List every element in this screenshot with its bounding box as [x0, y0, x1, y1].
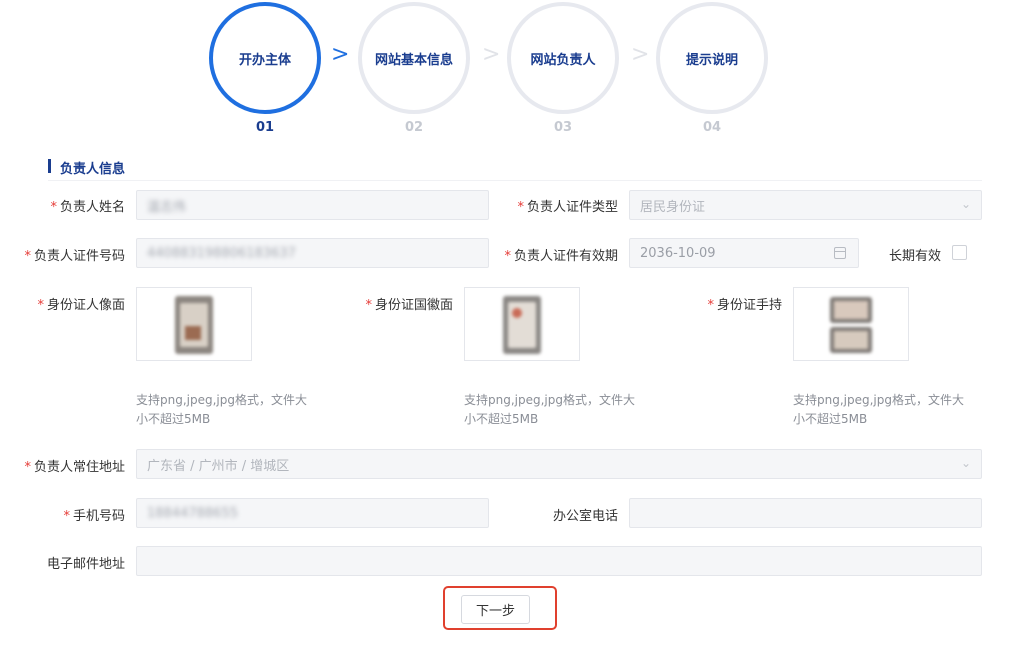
step-3-label: 网站负责人: [530, 52, 596, 68]
id-type-value: 居民身份证: [640, 199, 706, 215]
id-front-upload[interactable]: [136, 287, 252, 361]
step-4-number: 04: [702, 120, 722, 135]
id-front-hint: 支持png,jpeg,jpg格式，文件大 小不超过5MB: [136, 393, 307, 426]
id-expiry-value: 2036-10-09: [640, 245, 716, 261]
step-3-number: 03: [553, 120, 573, 135]
id-back-thumbnail: [503, 296, 541, 354]
mobile-value: 18844788655: [147, 505, 238, 521]
section-accent-bar: [48, 159, 51, 173]
next-button[interactable]: 下一步: [461, 595, 530, 624]
long-term-label: 长期有效: [888, 249, 941, 264]
id-back-hint: 支持png,jpeg,jpg格式，文件大 小不超过5MB: [464, 393, 635, 426]
id-back-upload[interactable]: [464, 287, 580, 361]
name-input[interactable]: 温志伟: [136, 190, 489, 220]
step-2-number: 02: [404, 120, 424, 135]
step-1-circle[interactable]: 开办主体: [209, 2, 321, 114]
required-mark: *: [24, 460, 31, 475]
id-expiry-label: * 负责人证件有效期: [504, 249, 618, 264]
email-label: 电子邮件地址: [46, 557, 125, 572]
step-2-circle[interactable]: 网站基本信息: [358, 2, 470, 114]
id-hold-hint: 支持png,jpeg,jpg格式，文件大 小不超过5MB: [793, 393, 964, 426]
address-value: 广东省 / 广州市 / 增城区: [147, 458, 290, 474]
chevron-down-icon: ⌄: [960, 197, 971, 211]
step-3-circle[interactable]: 网站负责人: [507, 2, 619, 114]
required-mark: *: [517, 200, 524, 215]
office-phone-input[interactable]: [629, 498, 982, 528]
name-value: 温志伟: [147, 199, 187, 215]
step-4-label: 提示说明: [685, 52, 738, 68]
address-label: * 负责人常住地址: [24, 460, 125, 475]
id-hold-upload[interactable]: [793, 287, 909, 361]
id-number-label: * 负责人证件号码: [24, 249, 125, 264]
id-number-value: 440883198806183637: [147, 245, 296, 261]
name-label: * 负责人姓名: [50, 200, 125, 215]
mobile-input[interactable]: 18844788655: [136, 498, 489, 528]
required-mark: *: [24, 249, 31, 264]
mobile-label: * 手机号码: [63, 509, 125, 524]
required-mark: *: [63, 509, 70, 524]
chevron-down-icon: ⌄: [960, 456, 971, 470]
required-mark: *: [365, 298, 372, 313]
id-front-label: * 身份证人像面: [37, 298, 125, 313]
id-hold-label: * 身份证手持: [707, 298, 782, 313]
calendar-icon: [834, 247, 846, 259]
step-4-circle[interactable]: 提示说明: [656, 2, 768, 114]
office-phone-label: 办公室电话: [552, 509, 618, 524]
id-type-label: * 负责人证件类型: [517, 200, 618, 215]
step-1-label: 开办主体: [238, 52, 291, 68]
id-number-input[interactable]: 440883198806183637: [136, 238, 489, 268]
id-type-select[interactable]: 居民身份证 ⌄: [629, 190, 982, 220]
step-separator-2-icon: >: [482, 42, 501, 67]
required-mark: *: [50, 200, 57, 215]
email-input[interactable]: [136, 546, 982, 576]
step-separator-3-icon: >: [631, 42, 650, 67]
section-title: 负责人信息: [60, 162, 126, 177]
id-expiry-datepicker[interactable]: 2036-10-09: [629, 238, 859, 268]
long-term-checkbox[interactable]: [952, 245, 967, 260]
section-divider: [48, 180, 982, 181]
id-front-thumbnail: [175, 296, 213, 354]
required-mark: *: [707, 298, 714, 313]
id-back-label: * 身份证国徽面: [365, 298, 453, 313]
step-separator-1-icon: >: [331, 42, 350, 67]
id-hold-thumbnail-top: [830, 297, 872, 323]
step-2-label: 网站基本信息: [374, 52, 453, 68]
required-mark: *: [504, 249, 511, 264]
address-cascader[interactable]: 广东省 / 广州市 / 增城区 ⌄: [136, 449, 982, 479]
required-mark: *: [37, 298, 44, 313]
step-1-number: 01: [255, 120, 275, 135]
id-hold-thumbnail-bottom: [830, 327, 872, 353]
